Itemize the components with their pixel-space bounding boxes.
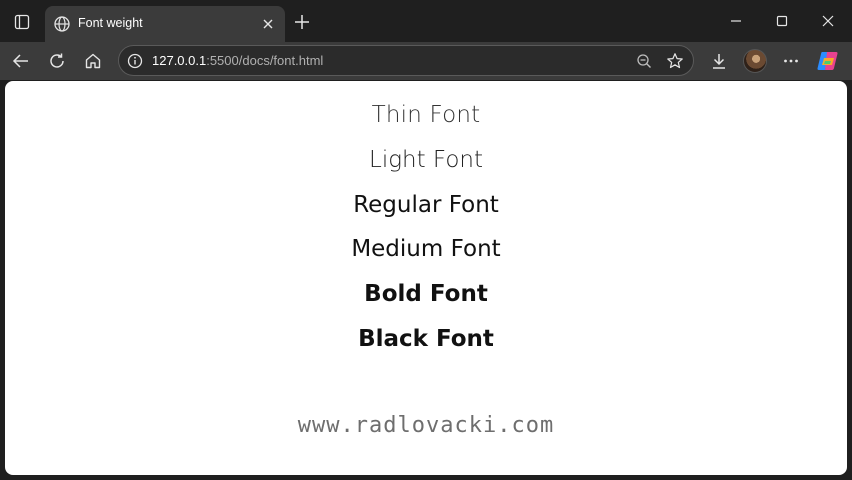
regular-font-text: Regular Font <box>353 192 499 218</box>
url-text[interactable]: 127.0.0.1:5500/docs/font.html <box>152 53 323 68</box>
copilot-icon[interactable] <box>815 49 841 73</box>
home-icon[interactable] <box>79 47 107 75</box>
more-icon[interactable] <box>777 47 805 75</box>
tab-font-weight[interactable]: Font weight <box>45 6 285 42</box>
zoom-out-icon[interactable] <box>634 51 654 71</box>
bold-font-text: Bold Font <box>364 281 488 307</box>
close-tab-icon[interactable] <box>259 15 277 33</box>
maximize-icon[interactable] <box>759 6 805 36</box>
address-bar[interactable]: 127.0.0.1:5500/docs/font.html <box>118 45 694 76</box>
navigation-toolbar: 127.0.0.1:5500/docs/font.html <box>0 42 852 80</box>
back-icon[interactable] <box>7 47 35 75</box>
close-window-icon[interactable] <box>805 6 851 36</box>
info-icon[interactable] <box>125 51 145 71</box>
tab-strip: Font weight <box>0 0 852 42</box>
page-viewport: Thin Font Light Font Regular Font Medium… <box>5 81 847 475</box>
new-tab-icon[interactable] <box>291 11 313 33</box>
tab-title: Font weight <box>78 16 143 30</box>
avatar[interactable] <box>743 49 767 73</box>
star-icon[interactable] <box>665 51 685 71</box>
url-host: 127.0.0.1 <box>152 53 207 68</box>
download-icon[interactable] <box>705 47 733 75</box>
medium-font-text: Medium Font <box>351 236 501 262</box>
browser-window: Font weight 127.0.0.1:5500/docs/font.htm… <box>0 0 852 480</box>
tab-actions-icon[interactable] <box>8 8 36 36</box>
black-font-text: Black Font <box>358 326 494 352</box>
light-font-text: Light Font <box>369 147 483 173</box>
reload-icon[interactable] <box>43 47 71 75</box>
url-path: :5500/docs/font.html <box>206 53 324 68</box>
globe-icon <box>53 15 71 33</box>
thin-font-text: Thin Font <box>371 102 481 128</box>
minimize-icon[interactable] <box>713 6 759 36</box>
watermark-url: www.radlovacki.com <box>297 413 555 438</box>
